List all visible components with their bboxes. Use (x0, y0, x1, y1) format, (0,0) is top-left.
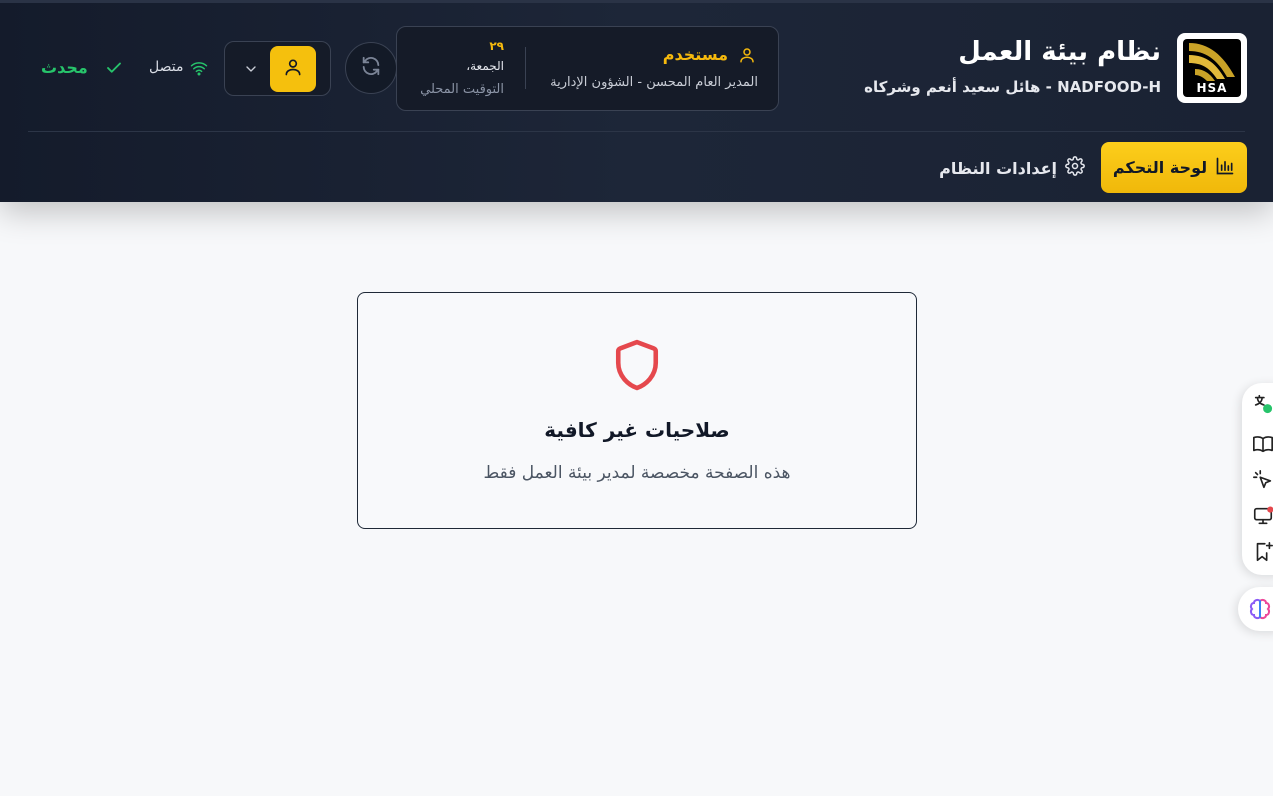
top-header: HSA نظام بيئة العمل NADFOOD-H - هائل سعي… (0, 0, 1273, 202)
date-day: ٢٩ (489, 39, 504, 53)
translate-icon[interactable] (1252, 393, 1273, 415)
shield-icon (612, 337, 662, 397)
user-info-panel: مستخدم المدير العام المحسن - الشؤون الإد… (396, 26, 779, 111)
nav-dashboard-button[interactable]: لوحة التحكم (1101, 142, 1247, 193)
nav-settings-label: إعدادات النظام (939, 158, 1057, 178)
app-subtitle: NADFOOD-H - هائل سعيد أنعم وشركاه (864, 78, 1161, 96)
nav-dashboard-label: لوحة التحكم (1112, 158, 1208, 177)
logo-text: HSA (1196, 81, 1228, 95)
avatar-user-icon (283, 57, 303, 81)
user-description: المدير العام المحسن - الشؤون الإدارية (550, 75, 758, 90)
user-role: مستخدم (662, 45, 728, 64)
card-title: صلاحيات غير كافية (544, 418, 730, 442)
side-toolbar (1242, 383, 1273, 575)
refresh-button[interactable] (345, 42, 397, 94)
check-icon (105, 59, 123, 81)
access-denied-card: صلاحيات غير كافية هذه الصفحة مخصصة لمدير… (357, 292, 917, 529)
bar-chart-icon (1215, 156, 1235, 180)
bookmark-add-icon[interactable] (1252, 541, 1273, 563)
cursor-click-icon[interactable] (1252, 469, 1273, 491)
wifi-icon (190, 59, 208, 81)
company-logo[interactable]: HSA (1177, 33, 1247, 103)
card-message: هذه الصفحة مخصصة لمدير بيئة العمل فقط (483, 463, 791, 483)
brain-icon (1248, 597, 1272, 625)
connection-status: متصل (149, 59, 184, 75)
panel-divider (525, 47, 526, 89)
avatar-button[interactable] (270, 46, 316, 92)
chevron-down-icon[interactable] (243, 61, 259, 81)
user-menu[interactable] (224, 41, 331, 96)
book-icon[interactable] (1252, 433, 1273, 455)
gear-icon (1065, 156, 1085, 180)
header-divider (28, 131, 1245, 132)
date-weekday: الجمعة، (466, 59, 504, 73)
monitor-icon[interactable] (1252, 505, 1273, 527)
timezone-label: التوقيت المحلي (420, 82, 504, 97)
ai-assistant-button[interactable] (1238, 587, 1273, 631)
user-icon (738, 46, 756, 68)
sync-status: محدث (41, 58, 88, 77)
nav-settings-button[interactable]: إعدادات النظام (939, 153, 1085, 183)
refresh-icon (360, 55, 382, 81)
app-title: نظام بيئة العمل (958, 37, 1161, 67)
